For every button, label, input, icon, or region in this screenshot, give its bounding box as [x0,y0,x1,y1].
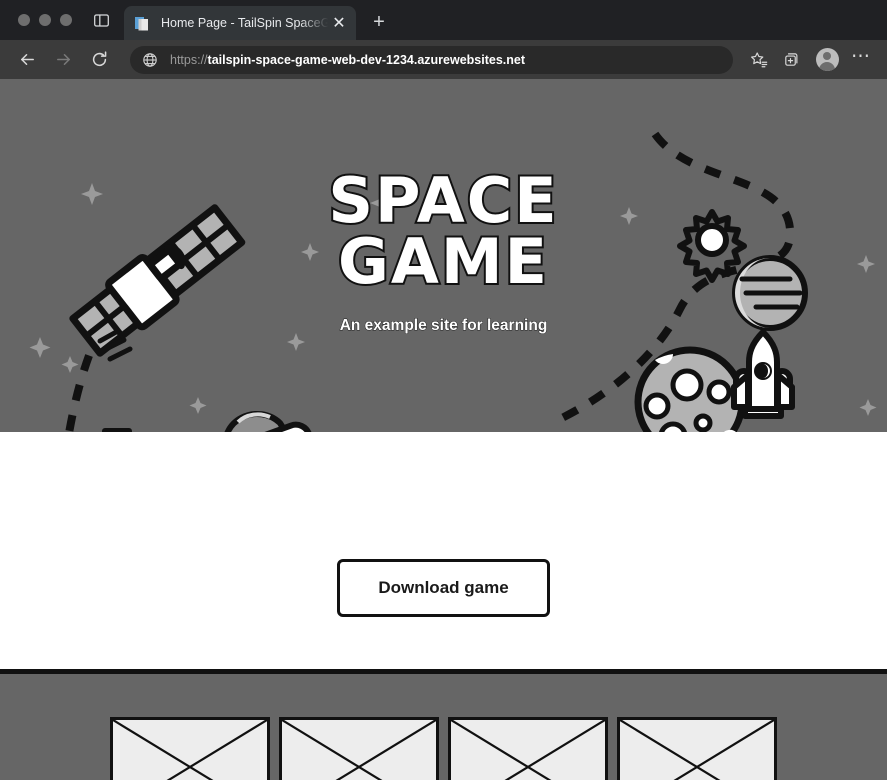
browser-toolbar: https://tailspin-space-game-web-dev-1234… [0,40,887,79]
back-button[interactable] [10,45,44,75]
url-scheme: https:// [170,52,208,67]
placeholder-image-2[interactable] [279,716,439,780]
forward-button[interactable] [46,45,80,75]
url-text: https://tailspin-space-game-web-dev-1234… [170,53,525,67]
page-viewport: SPACE GAME An example site for learning … [0,79,887,780]
tab-title: Home Page - TailSpin SpaceGame - Web [161,16,330,30]
maximize-window-button[interactable] [60,14,72,26]
settings-more-label: ⋯ [851,46,871,67]
moon-icon [634,346,746,432]
document-favicon [134,15,151,32]
placeholder-image-3[interactable] [448,716,608,780]
placeholder-cross-icon [451,720,605,780]
placeholder-cross-icon [620,720,774,780]
tab-list-icon[interactable] [84,0,118,40]
reload-button[interactable] [82,45,116,75]
hero-subtitle: An example site for learning [339,316,548,334]
ufo-icon [213,411,313,432]
window-controls [10,0,84,40]
close-icon[interactable]: ✕ [330,14,348,32]
close-window-button[interactable] [18,14,30,26]
flag-icon [102,428,132,432]
placeholder-image-1[interactable] [110,716,270,780]
download-game-button[interactable]: Download game [337,559,550,617]
favorites-icon[interactable] [743,45,775,75]
collections-icon[interactable] [777,45,809,75]
globe-icon [142,52,158,68]
minimize-window-button[interactable] [39,14,51,26]
rocket-icon [731,329,795,419]
browser-titlebar: Home Page - TailSpin SpaceGame - Web ✕ + [0,0,887,40]
new-tab-button[interactable]: + [364,7,394,37]
placeholder-cross-icon [113,720,267,780]
avatar [815,48,839,71]
gallery-section [0,669,887,780]
profile-avatar[interactable] [811,45,843,75]
hero-title-line2: GAME [336,224,549,298]
placeholder-image-4[interactable] [617,716,777,780]
hero-section: SPACE GAME An example site for learning [0,79,887,432]
placeholder-cross-icon [282,720,436,780]
browser-window: Home Page - TailSpin SpaceGame - Web ✕ + [0,0,887,780]
settings-more-icon[interactable]: ⋯ [845,45,877,75]
url-host: tailspin-space-game-web-dev-1234.azurewe… [207,52,526,67]
address-bar[interactable]: https://tailspin-space-game-web-dev-1234… [130,45,733,74]
cta-section: Download game [0,432,887,669]
hero-text-block: SPACE GAME An example site for learning [0,164,887,335]
browser-tab[interactable]: Home Page - TailSpin SpaceGame - Web ✕ [124,6,356,40]
hero-title-line1: SPACE [326,164,559,237]
